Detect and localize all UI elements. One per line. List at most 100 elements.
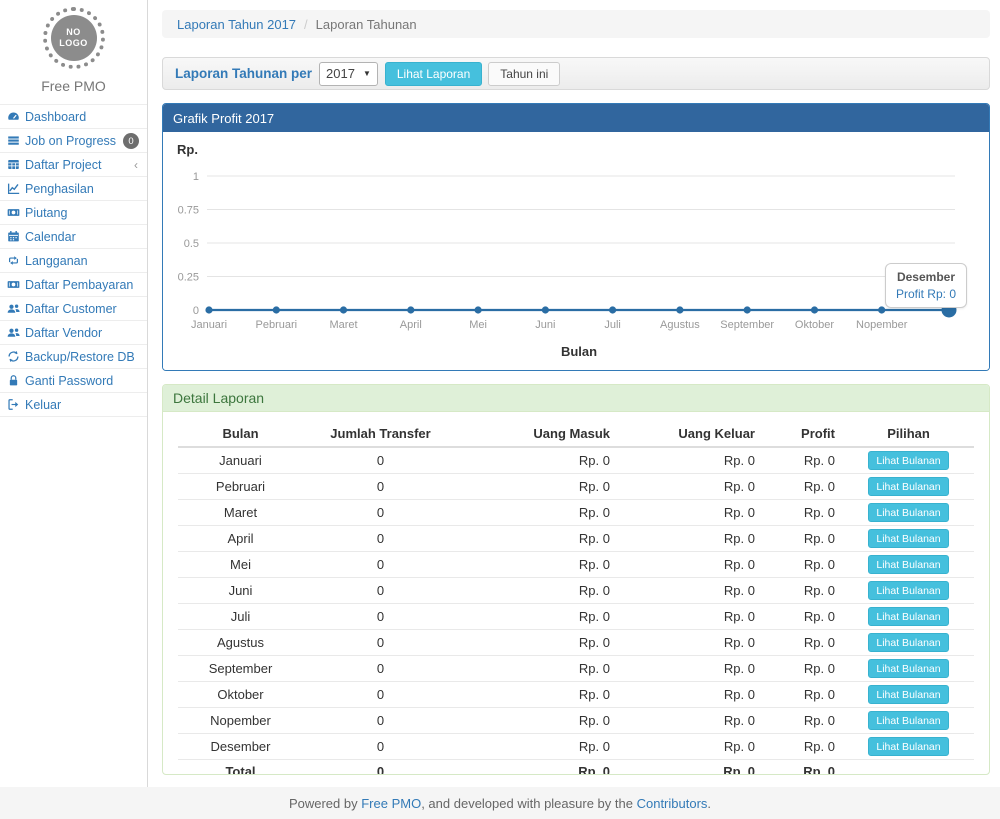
money-icon [7,278,20,291]
lihat-bulanan-button[interactable]: Lihat Bulanan [868,477,948,496]
cell-profit: Rp. 0 [763,578,843,604]
sidebar: NO LOGO Free PMO DashboardJob on Progres… [0,0,148,787]
sidebar-item-piutang[interactable]: Piutang [0,201,147,225]
sidebar-item-label: Daftar Customer [25,302,117,316]
lihat-bulanan-button[interactable]: Lihat Bulanan [868,685,948,704]
svg-text:Oktober: Oktober [795,319,834,331]
svg-text:Rp.: Rp. [177,142,198,157]
lihat-bulanan-button[interactable]: Lihat Bulanan [868,451,948,470]
svg-text:0: 0 [193,305,199,317]
year-select-value: 2017 [326,66,355,81]
cell-uang-masuk: Rp. 0 [458,630,618,656]
cell-bulan: September [178,656,303,682]
logo-circle: NO LOGO [43,7,105,69]
cell-jumlah-transfer: 0 [303,708,458,734]
sidebar-item-daftar-customer[interactable]: Daftar Customer [0,297,147,321]
logo-text-line1: NO [66,27,81,38]
sidebar-item-daftar-project[interactable]: Daftar Project‹ [0,153,147,177]
cell-profit: Rp. 0 [763,447,843,474]
breadcrumb-link[interactable]: Laporan Tahun 2017 [177,17,296,32]
footer-link-contributors[interactable]: Contributors [637,796,708,811]
calendar-icon [7,230,20,243]
sidebar-item-ganti-password[interactable]: Ganti Password [0,369,147,393]
lihat-bulanan-button[interactable]: Lihat Bulanan [868,659,948,678]
svg-text:Januari: Januari [191,319,227,331]
cell-jumlah-transfer: 0 [303,734,458,760]
sidebar-item-label: Daftar Project [25,158,101,172]
sidebar-menu: Dashboard Job on Progress0Daftar Project‹… [0,104,147,417]
table-row-april: April0Rp. 0Rp. 0Rp. 0Lihat Bulanan [178,526,974,552]
lihat-bulanan-button[interactable]: Lihat Bulanan [868,737,948,756]
cell-uang-keluar: Rp. 0 [618,630,763,656]
logo-text-line2: LOGO [59,38,88,49]
cell-pilihan: Lihat Bulanan [843,708,974,734]
footer-link-free-pmo[interactable]: Free PMO [361,796,421,811]
cell-jumlah-transfer: 0 [303,474,458,500]
cell-pilihan: Lihat Bulanan [843,474,974,500]
year-select[interactable]: 2017 ▼ [319,62,378,86]
cell-pilihan: Lihat Bulanan [843,630,974,656]
cell-profit: Rp. 0 [763,734,843,760]
sidebar-item-backup-restore-db[interactable]: Backup/Restore DB [0,345,147,369]
cell-bulan: Maret [178,500,303,526]
detail-panel-body: Bulan Jumlah Transfer Uang Masuk Uang Ke… [163,412,989,775]
chart-tooltip: Desember Profit Rp: 0 [885,263,967,308]
cell-bulan: Mei [178,552,303,578]
tahun-ini-button[interactable]: Tahun ini [488,62,560,86]
lihat-bulanan-button[interactable]: Lihat Bulanan [868,529,948,548]
sidebar-item-job-on-progress[interactable]: Job on Progress0 [0,129,147,153]
cell-bulan: Agustus [178,630,303,656]
breadcrumb: Laporan Tahun 2017 / Laporan Tahunan [162,10,990,38]
svg-text:Nopember: Nopember [856,319,908,331]
col-jumlah-transfer: Jumlah Transfer [303,421,458,447]
cell-profit: Rp. 0 [763,630,843,656]
sidebar-item-label: Dashboard [25,110,86,124]
cell-pilihan: Lihat Bulanan [843,604,974,630]
sidebar-item-langganan[interactable]: Langganan [0,249,147,273]
chevron-down-icon: ▼ [363,69,371,78]
lihat-laporan-button[interactable]: Lihat Laporan [385,62,482,86]
retweet-icon [7,254,20,267]
cell-bulan: Nopember [178,708,303,734]
cell-uang-masuk: Rp. 0 [458,526,618,552]
lihat-bulanan-button[interactable]: Lihat Bulanan [868,555,948,574]
lihat-bulanan-button[interactable]: Lihat Bulanan [868,607,948,626]
cell-bulan: Juli [178,604,303,630]
footer: Powered by Free PMO , and developed with… [0,787,1000,819]
sidebar-item-daftar-pembayaran[interactable]: Daftar Pembayaran [0,273,147,297]
cell-jumlah-transfer: 0 [303,656,458,682]
cell-profit: Rp. 0 [763,526,843,552]
sidebar-item-calendar[interactable]: Calendar [0,225,147,249]
sidebar-item-label: Calendar [25,230,76,244]
cell-uang-masuk: Rp. 0 [458,656,618,682]
sidebar-item-keluar[interactable]: Keluar [0,393,147,417]
cell-uang-keluar: Rp. 0 [618,447,763,474]
money-icon [7,206,20,219]
dashboard-icon [7,110,20,123]
lihat-bulanan-button[interactable]: Lihat Bulanan [868,711,948,730]
lihat-bulanan-button[interactable]: Lihat Bulanan [868,633,948,652]
chart-svg: Rp.00.250.50.751JanuariPebruariMaretApri… [163,132,989,370]
total-profit: Rp. 0 [763,760,843,776]
svg-text:0.75: 0.75 [178,205,199,217]
breadcrumb-current: Laporan Tahunan [316,17,417,32]
sidebar-item-dashboard[interactable]: Dashboard [0,105,147,129]
cell-profit: Rp. 0 [763,708,843,734]
table-total-row: Total 0 Rp. 0 Rp. 0 Rp. 0 [178,760,974,776]
sidebar-item-penghasilan[interactable]: Penghasilan [0,177,147,201]
table-row-juli: Juli0Rp. 0Rp. 0Rp. 0Lihat Bulanan [178,604,974,630]
table-row-pebruari: Pebruari0Rp. 0Rp. 0Rp. 0Lihat Bulanan [178,474,974,500]
cell-jumlah-transfer: 0 [303,526,458,552]
lihat-bulanan-button[interactable]: Lihat Bulanan [868,581,948,600]
sidebar-item-label: Job on Progress [25,134,116,148]
table-row-desember: Desember0Rp. 0Rp. 0Rp. 0Lihat Bulanan [178,734,974,760]
cell-pilihan: Lihat Bulanan [843,734,974,760]
main-content: Laporan Tahun 2017 / Laporan Tahunan Lap… [149,0,1000,787]
year-filter-panel: Laporan Tahunan per 2017 ▼ Lihat Laporan… [162,57,990,90]
svg-text:Juli: Juli [604,319,621,331]
cell-uang-keluar: Rp. 0 [618,734,763,760]
lihat-bulanan-button[interactable]: Lihat Bulanan [868,503,948,522]
cell-jumlah-transfer: 0 [303,552,458,578]
sidebar-item-daftar-vendor[interactable]: Daftar Vendor [0,321,147,345]
chart-panel-title: Grafik Profit 2017 [163,104,989,132]
